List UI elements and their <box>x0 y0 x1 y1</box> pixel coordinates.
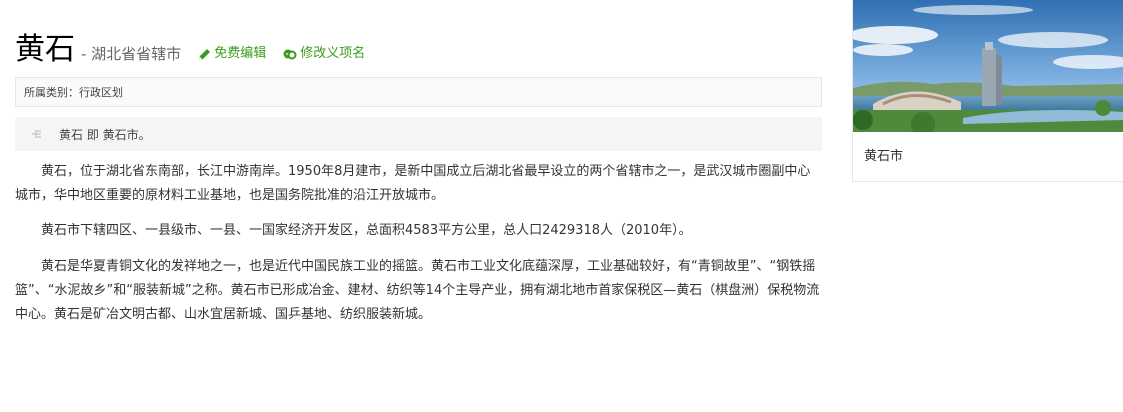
pencil-icon <box>199 48 211 60</box>
rename-label: 修改义项名 <box>300 46 366 61</box>
city-photo[interactable] <box>853 0 1123 132</box>
main-content: 黄石 - 湖北省省辖市 免费编辑 修改义项名 所属类别：行政区划 黄石 即 黄石… <box>15 0 822 327</box>
polysemy-bar: 黄石 即 黄石市。 <box>15 117 822 151</box>
page-title: 黄石 <box>15 32 75 67</box>
photo-caption: 黄石市 <box>864 149 904 164</box>
paragraph-3: 黄石是华夏青铜文化的发祥地之一，也是近代中国民族工业的摇篮。黄石市工业文化底蕴深… <box>15 259 820 322</box>
rename-icon <box>283 49 297 59</box>
paragraph-1: 黄石，位于湖北省东南部，长江中游南岸。1950年8月建市，是新中国成立后湖北省最… <box>15 164 811 203</box>
category-text: 所属类别：行政区划 <box>24 86 123 99</box>
paragraph-2: 黄石市下辖四区、一县级市、一县、一国家经济开发区，总面积4583平方公里，总人口… <box>41 223 692 238</box>
category-box: 所属类别：行政区划 <box>15 77 822 107</box>
polysemy-text: 黄石 即 黄石市。 <box>59 127 151 142</box>
edit-label: 免费编辑 <box>214 46 267 61</box>
rename-button[interactable]: 修改义项名 <box>283 41 365 67</box>
title-row: 黄石 - 湖北省省辖市 免费编辑 修改义项名 <box>15 27 822 67</box>
polysemy-icon <box>15 128 59 140</box>
page-subtitle: - 湖北省省辖市 <box>81 45 182 63</box>
summary-pic-card[interactable]: 黄石市 <box>852 0 1123 182</box>
edit-button[interactable]: 免费编辑 <box>198 41 266 67</box>
